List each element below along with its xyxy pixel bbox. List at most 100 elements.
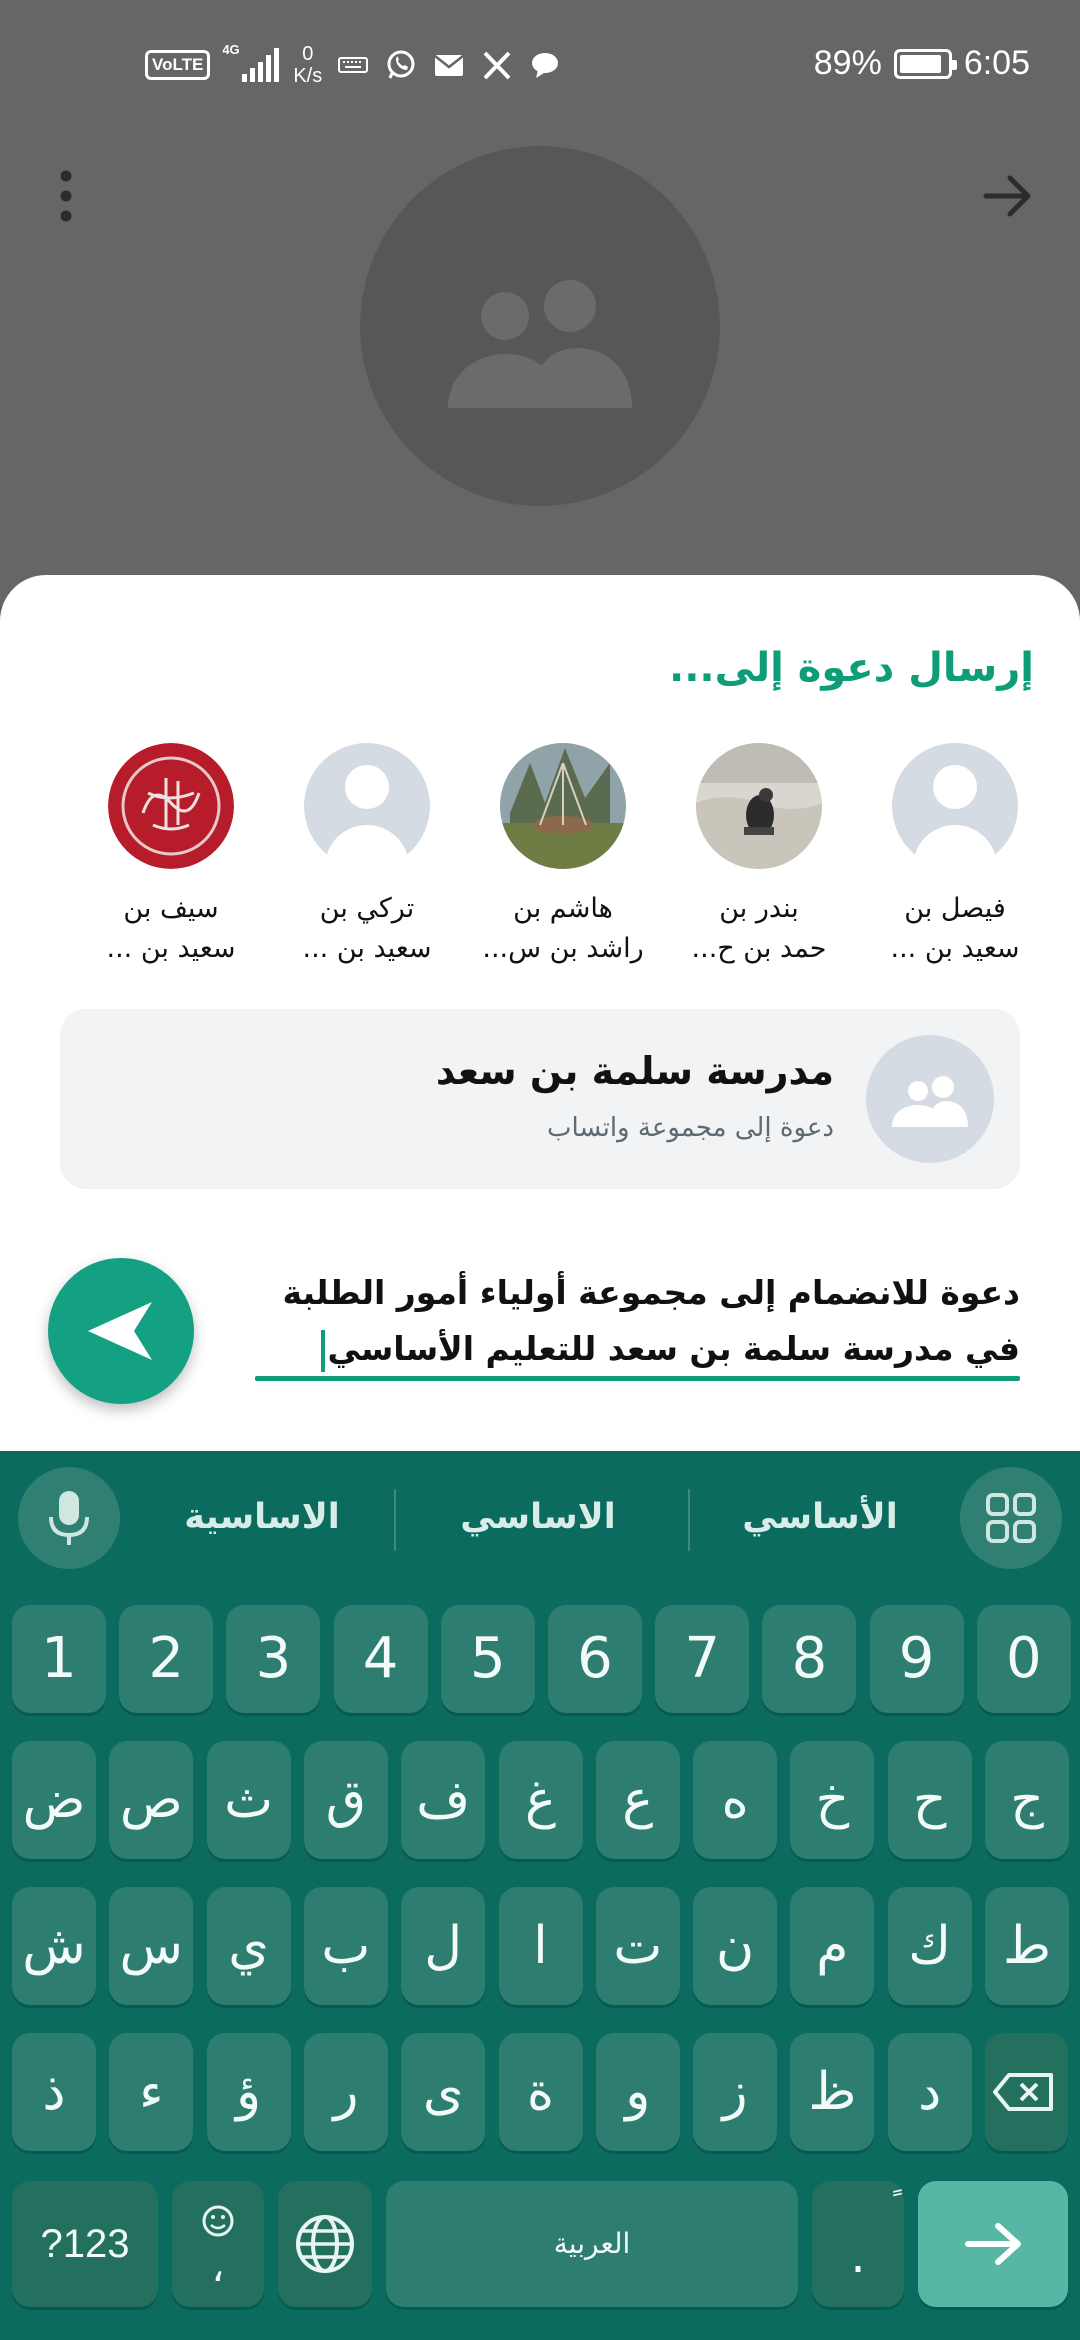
contact-item[interactable]: هاشم بن راشد بن س... <box>468 743 658 969</box>
avatar <box>304 743 430 869</box>
globe-icon <box>296 2215 354 2273</box>
invite-message-input[interactable]: دعوة للانضمام إلى مجموعة أولياء أمور الط… <box>255 1265 1020 1373</box>
x-icon <box>483 51 511 80</box>
backspace-key[interactable] <box>985 2033 1068 2151</box>
clock: 6:05 <box>963 44 1030 82</box>
send-button[interactable] <box>48 1258 194 1404</box>
period-sub-label: ً <box>812 2185 904 2225</box>
symbols-key[interactable]: ?123 <box>12 2181 158 2307</box>
contact-item[interactable]: تركي بن سعيد بن ... <box>272 743 462 969</box>
letter-key[interactable]: ع <box>595 1741 680 1859</box>
letter-key[interactable]: ص <box>109 1741 194 1859</box>
letter-key[interactable]: ف <box>401 1741 486 1859</box>
avatar <box>696 743 822 869</box>
space-key[interactable]: العربية <box>386 2181 798 2307</box>
chat-icon <box>532 53 559 78</box>
letter-key[interactable]: س <box>109 1887 194 2005</box>
contact-name: تركي بن <box>319 893 415 924</box>
enter-arrow-icon <box>965 2223 1021 2265</box>
letter-key[interactable]: و <box>595 2033 680 2151</box>
avatar <box>500 743 626 869</box>
key-1[interactable]: 1 <box>12 1605 106 1713</box>
suggestion-divider <box>688 1489 690 1551</box>
comma-label: ، <box>211 2245 225 2291</box>
letter-key[interactable]: ق <box>303 1741 388 1859</box>
letter-key[interactable]: ط <box>985 1887 1069 2005</box>
period-label: . <box>850 2228 866 2284</box>
battery-icon <box>893 48 957 79</box>
voice-input-button[interactable] <box>18 1467 120 1569</box>
group-card[interactable]: مدرسة سلمة بن سعد دعوة إلى مجموعة واتساب <box>60 1009 1020 1189</box>
key-4[interactable]: 4 <box>333 1605 428 1713</box>
letter-key[interactable]: ء <box>109 2033 194 2151</box>
key-2[interactable]: 2 <box>119 1605 214 1713</box>
key-8[interactable]: 8 <box>762 1605 857 1713</box>
group-photo[interactable] <box>360 146 720 506</box>
period-key[interactable]: ً . <box>812 2181 904 2307</box>
sheet-title: إرسال دعوة إلى... <box>669 645 1034 691</box>
language-key[interactable] <box>278 2181 372 2307</box>
letter-key[interactable]: ش <box>12 1887 96 2005</box>
keyboard: الاساسية الاساسي الأساسي 1234567890 ضصثقف… <box>0 1451 1080 2340</box>
letter-key[interactable]: غ <box>498 1741 583 1859</box>
contact-subname: حمد بن ح... <box>691 933 827 964</box>
key-7[interactable]: 7 <box>655 1605 750 1713</box>
letter-key[interactable]: ل <box>401 1887 486 2005</box>
contact-name: فيصل بن <box>904 893 1006 924</box>
message-line-2: في مدرسة سلمة بن سعد للتعليم الأساسي <box>255 1321 1020 1377</box>
enter-key[interactable] <box>918 2181 1068 2307</box>
comma-key[interactable]: ، <box>172 2181 264 2307</box>
letter-key[interactable]: ؤ <box>206 2033 291 2151</box>
letter-key[interactable]: ة <box>498 2033 583 2151</box>
letter-key[interactable]: ا <box>498 1887 583 2005</box>
letter-key[interactable]: ي <box>206 1887 291 2005</box>
whatsapp-icon <box>387 50 415 79</box>
letter-key[interactable]: ه <box>693 1741 778 1859</box>
letter-key[interactable]: ر <box>303 2033 388 2151</box>
letter-key[interactable]: ظ <box>790 2033 875 2151</box>
keyboard-menu-button[interactable] <box>960 1467 1062 1569</box>
suggestion-3[interactable]: الاساسية <box>142 1451 382 1583</box>
letter-key[interactable]: د <box>887 2033 972 2151</box>
avatar <box>108 743 234 869</box>
contact-item[interactable]: فيصل بن سعيد بن ... <box>860 743 1050 969</box>
invite-sheet: إرسال دعوة إلى... فيصل بن سعيد بن ... بن… <box>0 575 1080 1455</box>
key-9[interactable]: 9 <box>869 1605 964 1713</box>
battery-percent: 89% <box>813 44 882 82</box>
key-5[interactable]: 5 <box>440 1605 535 1713</box>
letter-key[interactable]: ب <box>303 1887 388 2005</box>
calligraphy-photo <box>108 743 234 869</box>
signal-icon: 4G <box>222 42 280 82</box>
group-name: مدرسة سلمة بن سعد <box>435 1049 834 1093</box>
letter-key[interactable]: م <box>790 1887 875 2005</box>
letter-key[interactable]: ت <box>595 1887 680 2005</box>
more-options-icon[interactable] <box>48 166 84 226</box>
suggestion-2[interactable]: الاساسي <box>418 1451 658 1583</box>
text-cursor <box>321 1329 326 1372</box>
contact-list: فيصل بن سعيد بن ... بندر بن حمد بن ح... <box>50 743 1050 973</box>
letter-key[interactable]: ن <box>693 1887 778 2005</box>
mail-icon <box>434 55 464 76</box>
letter-key[interactable]: ى <box>401 2033 486 2151</box>
letter-key[interactable]: ث <box>206 1741 291 1859</box>
letter-key[interactable]: ك <box>887 1887 972 2005</box>
key-6[interactable]: 6 <box>548 1605 642 1713</box>
back-arrow-icon[interactable] <box>980 168 1036 224</box>
beach-photo <box>696 743 822 869</box>
contact-item[interactable]: سيف بن سعيد بن ... <box>76 743 266 969</box>
letter-key[interactable]: ذ <box>12 2033 96 2151</box>
letter-key[interactable]: ج <box>985 1741 1069 1859</box>
suggestion-1[interactable]: الأساسي <box>700 1451 940 1583</box>
key-3[interactable]: 3 <box>226 1605 321 1713</box>
microphone-icon <box>49 1491 89 1545</box>
group-subtitle: دعوة إلى مجموعة واتساب <box>547 1113 834 1143</box>
network-type: 4G <box>222 42 240 57</box>
letter-key[interactable]: ز <box>693 2033 778 2151</box>
letter-key[interactable]: ض <box>12 1741 96 1859</box>
letter-key[interactable]: ح <box>887 1741 972 1859</box>
letter-key[interactable]: خ <box>790 1741 875 1859</box>
suggestion-bar: الاساسية الاساسي الأساسي <box>0 1451 1080 1583</box>
key-0[interactable]: 0 <box>976 1605 1071 1713</box>
contact-item[interactable]: بندر بن حمد بن ح... <box>664 743 854 969</box>
send-icon <box>88 1302 152 1360</box>
